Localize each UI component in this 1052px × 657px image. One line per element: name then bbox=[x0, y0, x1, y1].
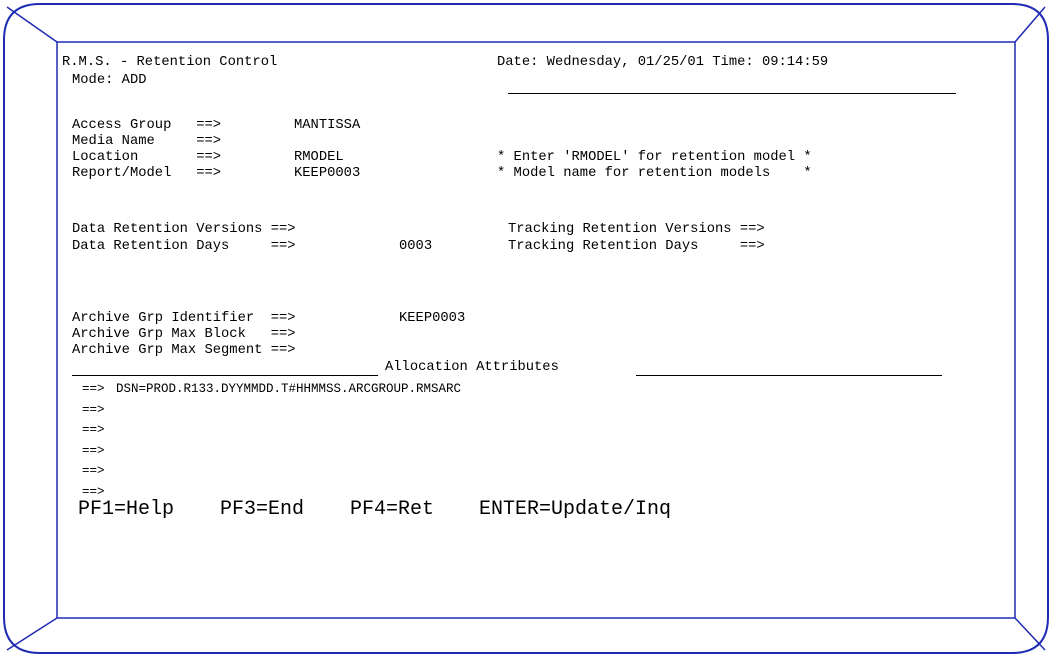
media-name-field[interactable] bbox=[294, 134, 384, 150]
allocation-rule-right bbox=[636, 375, 942, 376]
date-time: Date: Wednesday, 01/25/01 Time: 09:14:59 bbox=[497, 55, 829, 70]
allocation-prompt: ==> bbox=[82, 403, 105, 417]
report-model-label: Report/Model ==> bbox=[72, 166, 222, 181]
allocation-rule-left bbox=[72, 375, 378, 376]
access-group-label: Access Group ==> bbox=[72, 118, 222, 133]
allocation-line-4[interactable] bbox=[116, 443, 716, 459]
report-model-field[interactable]: KEEP0003 bbox=[294, 166, 360, 182]
pf3-end-key[interactable]: PF3=End bbox=[220, 499, 304, 521]
header-underline bbox=[508, 93, 956, 94]
allocation-prompt: ==> bbox=[82, 382, 105, 396]
allocation-line-3[interactable] bbox=[116, 422, 716, 438]
screen-title: R.M.S. - Retention Control bbox=[62, 55, 278, 70]
allocation-prompt: ==> bbox=[82, 423, 105, 437]
tracking-retention-days-label: Tracking Retention Days ==> bbox=[508, 239, 765, 254]
location-label: Location ==> bbox=[72, 150, 222, 165]
media-name-label: Media Name ==> bbox=[72, 134, 222, 149]
allocation-prompt: ==> bbox=[82, 444, 105, 458]
pf1-help-key[interactable]: PF1=Help bbox=[78, 499, 174, 521]
access-group-field[interactable]: MANTISSA bbox=[294, 118, 360, 134]
data-retention-days-label: Data Retention Days ==> bbox=[72, 239, 296, 254]
data-retention-days-field[interactable]: 0003 bbox=[399, 239, 432, 255]
allocation-line-2[interactable] bbox=[116, 402, 716, 418]
archive-max-block-field[interactable] bbox=[399, 327, 479, 343]
location-note: * Enter 'RMODEL' for retention model * bbox=[497, 150, 812, 165]
tracking-retention-versions-field[interactable] bbox=[870, 222, 920, 238]
tracking-retention-days-field[interactable] bbox=[870, 239, 920, 255]
archive-identifier-field[interactable]: KEEP0003 bbox=[399, 311, 465, 327]
data-retention-versions-field[interactable] bbox=[399, 222, 449, 238]
archive-identifier-label: Archive Grp Identifier ==> bbox=[72, 311, 296, 326]
allocation-title: Allocation Attributes bbox=[385, 360, 559, 375]
archive-max-segment-label: Archive Grp Max Segment ==> bbox=[72, 343, 296, 358]
report-model-note: * Model name for retention models * bbox=[497, 166, 812, 181]
allocation-prompt: ==> bbox=[82, 464, 105, 478]
enter-update-key[interactable]: ENTER=Update/Inq bbox=[479, 499, 671, 521]
archive-max-segment-field[interactable] bbox=[399, 343, 479, 359]
location-field[interactable]: RMODEL bbox=[294, 150, 344, 166]
pf4-return-key[interactable]: PF4=Ret bbox=[350, 499, 434, 521]
allocation-line-1[interactable]: DSN=PROD.R133.DYYMMDD.T#HHMMSS.ARCGROUP.… bbox=[116, 381, 461, 397]
tracking-retention-versions-label: Tracking Retention Versions ==> bbox=[508, 222, 765, 237]
allocation-line-5[interactable] bbox=[116, 463, 716, 479]
mode-indicator: Mode: ADD bbox=[72, 73, 147, 88]
data-retention-versions-label: Data Retention Versions ==> bbox=[72, 222, 296, 237]
archive-max-block-label: Archive Grp Max Block ==> bbox=[72, 327, 296, 342]
